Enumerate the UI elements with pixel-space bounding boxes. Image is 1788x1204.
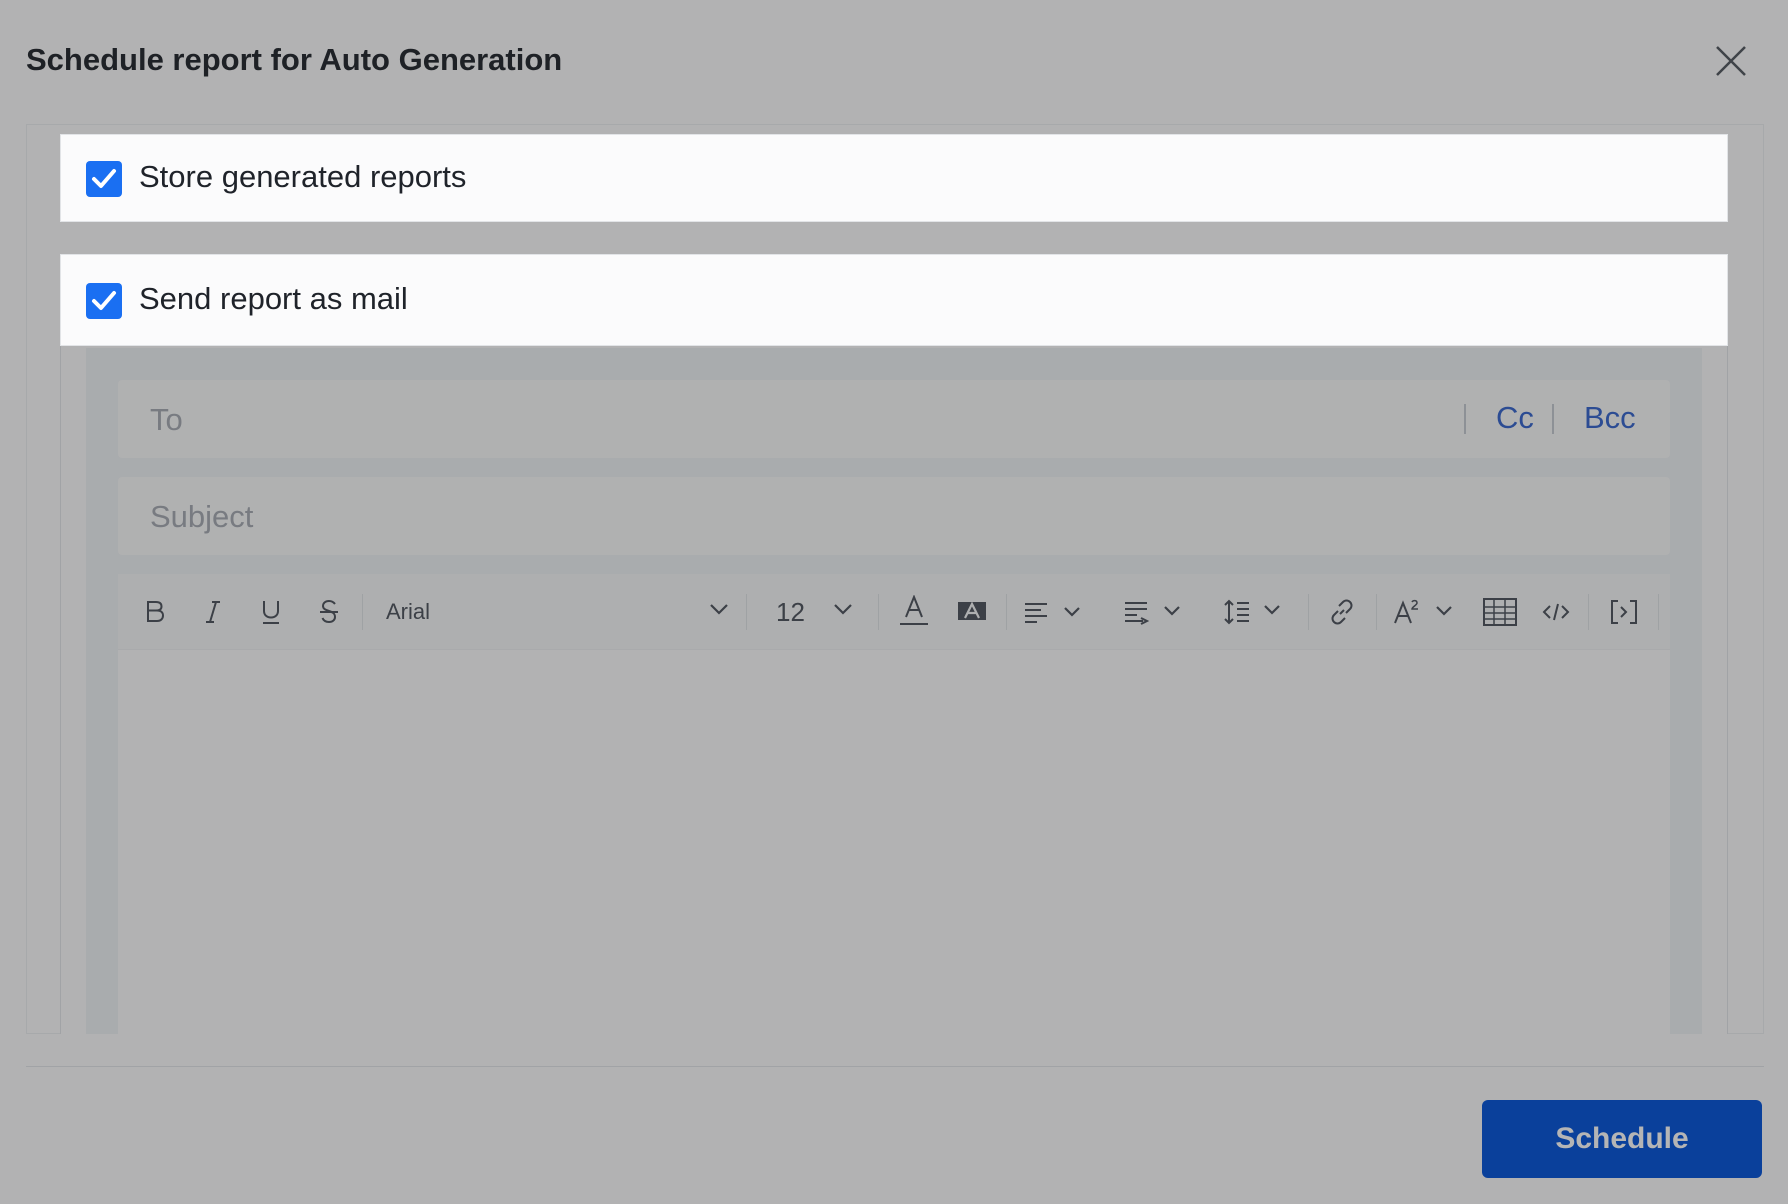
- send-mail-checkbox[interactable]: [86, 283, 122, 319]
- store-reports-label: Store generated reports: [139, 159, 467, 194]
- checkmark-icon: [92, 291, 116, 310]
- send-mail-option[interactable]: Send report as mail: [60, 254, 1728, 346]
- store-reports-checkbox[interactable]: [86, 161, 122, 197]
- store-reports-option[interactable]: Store generated reports: [60, 134, 1728, 222]
- send-mail-label: Send report as mail: [139, 281, 408, 316]
- checkmark-icon: [92, 169, 116, 188]
